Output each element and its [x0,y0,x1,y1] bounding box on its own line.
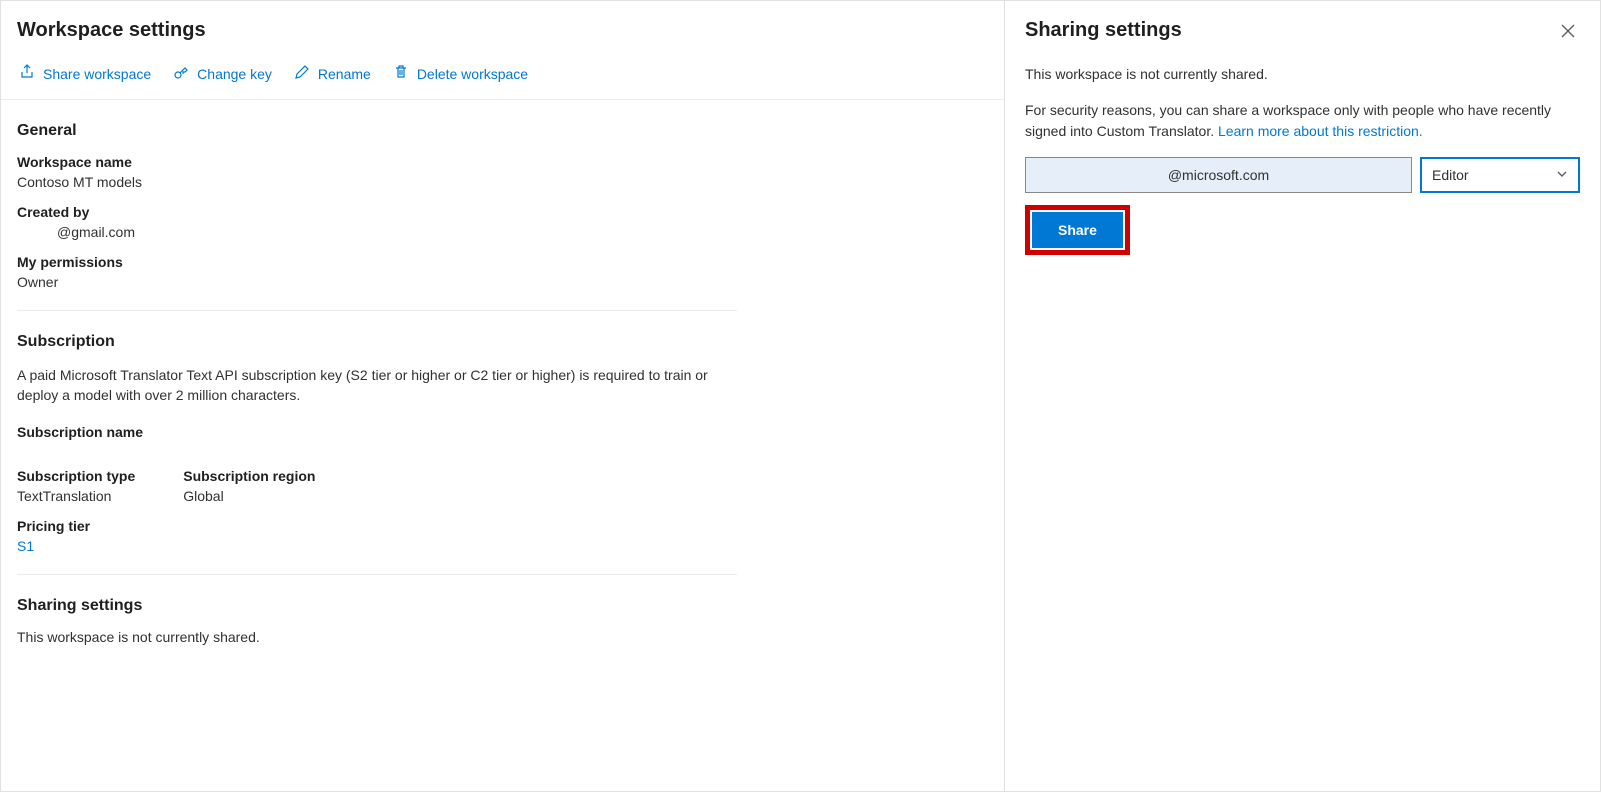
chevron-down-icon [1556,167,1568,183]
sharing-panel: Sharing settings This workspace is not c… [1005,1,1600,791]
rename-label: Rename [318,66,371,82]
sharing-status: This workspace is not currently shared. [17,629,737,645]
main-panel: Workspace settings Share workspace Chang… [1,1,1005,791]
share-workspace-label: Share workspace [43,66,151,82]
subscription-region-label: Subscription region [183,468,315,484]
role-select-value: Editor [1432,167,1469,183]
section-subscription: Subscription A paid Microsoft Translator… [17,311,737,575]
panel-title: Sharing settings [1025,19,1182,42]
app-container: Workspace settings Share workspace Chang… [0,0,1601,792]
subscription-type-col: Subscription type TextTranslation [17,468,135,504]
pricing-tier-label: Pricing tier [17,518,737,534]
delete-workspace-button[interactable]: Delete workspace [391,60,530,87]
panel-header: Sharing settings [1025,19,1580,46]
close-icon [1560,27,1576,42]
share-row: Editor [1025,157,1580,193]
subscription-columns: Subscription type TextTranslation Subscr… [17,468,737,504]
panel-status: This workspace is not currently shared. [1025,64,1580,84]
subscription-title: Subscription [17,333,737,351]
created-by-value: @gmail.com [17,224,737,240]
share-button-highlight: Share [1025,205,1130,255]
change-key-button[interactable]: Change key [171,60,274,87]
close-button[interactable] [1556,19,1580,46]
section-sharing: Sharing settings This workspace is not c… [17,575,737,665]
main-header: Workspace settings [1,1,1004,54]
subscription-type-label: Subscription type [17,468,135,484]
subscription-region-col: Subscription region Global [183,468,315,504]
share-button[interactable]: Share [1032,212,1123,248]
share-icon [19,64,35,83]
subscription-name-label: Subscription name [17,424,737,440]
created-by-label: Created by [17,204,737,220]
rename-button[interactable]: Rename [292,60,373,87]
email-input[interactable] [1025,157,1412,193]
share-workspace-button[interactable]: Share workspace [17,60,153,87]
page-title: Workspace settings [17,19,988,42]
delete-workspace-label: Delete workspace [417,66,528,82]
permissions-label: My permissions [17,254,737,270]
pricing-tier-value: S1 [17,538,737,554]
content-area: General Workspace name Contoso MT models… [1,100,1004,681]
role-select[interactable]: Editor [1420,157,1580,193]
key-icon [173,64,189,83]
edit-icon [294,64,310,83]
workspace-name-value: Contoso MT models [17,174,737,190]
trash-icon [393,64,409,83]
subscription-type-value: TextTranslation [17,488,135,504]
sharing-title: Sharing settings [17,597,737,615]
subscription-region-value: Global [183,488,315,504]
subscription-description: A paid Microsoft Translator Text API sub… [17,365,737,406]
workspace-name-label: Workspace name [17,154,737,170]
permissions-value: Owner [17,274,737,290]
general-title: General [17,122,737,140]
change-key-label: Change key [197,66,272,82]
actions-bar: Share workspace Change key Rename [1,54,1004,100]
section-general: General Workspace name Contoso MT models… [17,100,737,311]
learn-more-link[interactable]: Learn more about this restriction. [1218,123,1423,139]
panel-info: For security reasons, you can share a wo… [1025,100,1580,141]
